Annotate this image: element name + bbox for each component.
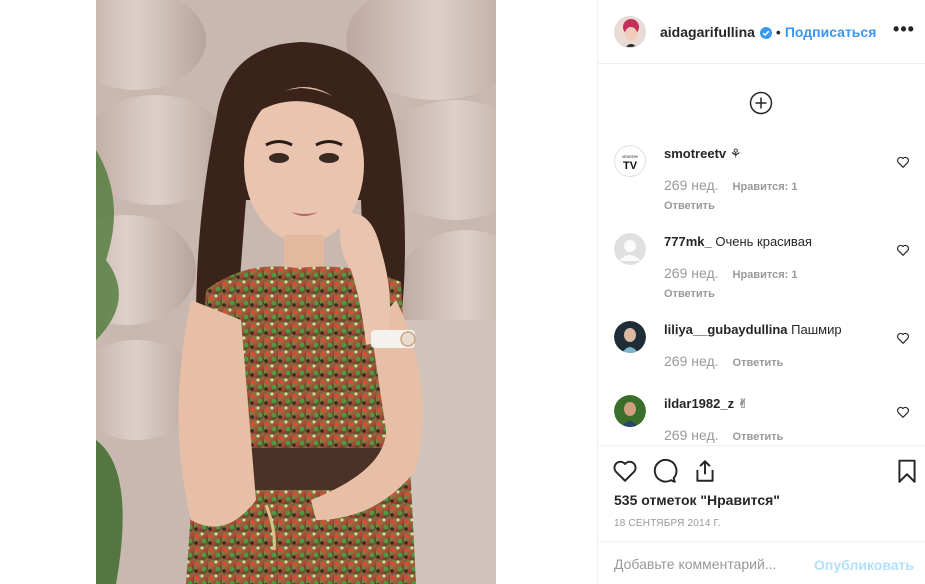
photo-avatar-icon [614,395,646,427]
author-avatar-image [615,16,645,47]
author-avatar[interactable] [614,15,646,48]
comment-avatar[interactable] [614,321,646,353]
heart-icon[interactable] [896,243,910,257]
comment-text: Пашмир [791,322,842,337]
comment-age[interactable]: 269 нед. [664,264,719,282]
author-username[interactable]: aidagarifullina [660,24,755,40]
post-side-panel: aidagarifullina • Подписаться ••• smotre… [597,0,925,584]
comment-meta: 269 нед. Ответить [664,352,884,372]
more-options-button[interactable]: ••• [892,20,916,42]
comment-body: liliya__gubaydullina Пашмир 269 нед. Отв… [664,321,884,372]
comment-age[interactable]: 269 нед. [664,176,719,194]
post-photo[interactable] [96,0,496,584]
comments-list[interactable]: smotree TV smotreetv ⚘ 269 нед. Нравится… [598,65,925,445]
post-media-area [0,0,597,584]
reply-button[interactable]: Ответить [733,354,784,372]
reply-button[interactable]: Ответить [664,285,884,303]
post-header: aidagarifullina • Подписаться ••• [598,0,925,64]
bookmark-icon[interactable] [894,458,920,484]
comment-text: Очень красивая [715,234,812,249]
plus-circle-icon[interactable] [749,91,773,115]
comment-avatar[interactable]: smotree TV [614,145,646,177]
photo-avatar-icon [614,321,646,353]
follow-button[interactable]: Подписаться [785,24,877,40]
reply-button[interactable]: Ответить [733,428,784,445]
comment-icon[interactable] [652,458,678,484]
heart-icon[interactable] [896,155,910,169]
heart-icon[interactable] [896,405,910,419]
comment-body: 777mk_ Очень красивая 269 нед. Нравится:… [664,233,884,303]
header-separator: • [775,23,781,40]
reply-button[interactable]: Ответить [664,197,884,215]
comment-body: smotreetv ⚘ 269 нед. Нравится: 1 Ответит… [664,145,884,215]
comment-likes[interactable]: Нравится: 1 [733,266,798,284]
share-icon[interactable] [692,458,718,484]
comment-likes[interactable]: Нравится: 1 [733,178,798,196]
comment-text: ⚘ [729,146,742,161]
heart-icon[interactable] [896,331,910,345]
publish-button[interactable]: Опубликовать [814,557,914,573]
avatar-logo-bottom: TV [623,160,638,172]
comment-input[interactable] [614,554,804,574]
default-avatar-icon [614,233,646,265]
comment-age[interactable]: 269 нед. [664,426,719,444]
comment-meta: 269 нед. Ответить [664,426,884,445]
comment-body: ildar1982_z ✌ 269 нед. Ответить [664,395,884,445]
comment-text: ✌ [737,396,749,411]
comment-username[interactable]: liliya__gubaydullina [664,322,788,337]
comment-username[interactable]: ildar1982_z [664,396,734,411]
comment-age[interactable]: 269 нед. [664,352,719,370]
likes-count[interactable]: 535 отметок "Нравится" [614,492,780,508]
photo-illustration [96,0,496,584]
verified-badge-icon [759,26,772,39]
post-date[interactable]: 18 СЕНТЯБРЯ 2014 Г. [614,518,721,529]
comment-meta: 269 нед. Нравится: 1 [664,264,884,284]
comment-avatar[interactable] [614,395,646,427]
comment-username[interactable]: 777mk_ [664,234,712,249]
comment-username[interactable]: smotreetv [664,146,726,161]
heart-icon[interactable] [612,458,638,484]
comment-meta: 269 нед. Нравится: 1 [664,176,884,196]
tv-logo-icon: smotree TV [614,145,646,177]
comment-composer: Опубликовать [598,541,925,584]
comment-avatar[interactable] [614,233,646,265]
post-actions: 535 отметок "Нравится" 18 СЕНТЯБРЯ 2014 … [598,445,925,541]
